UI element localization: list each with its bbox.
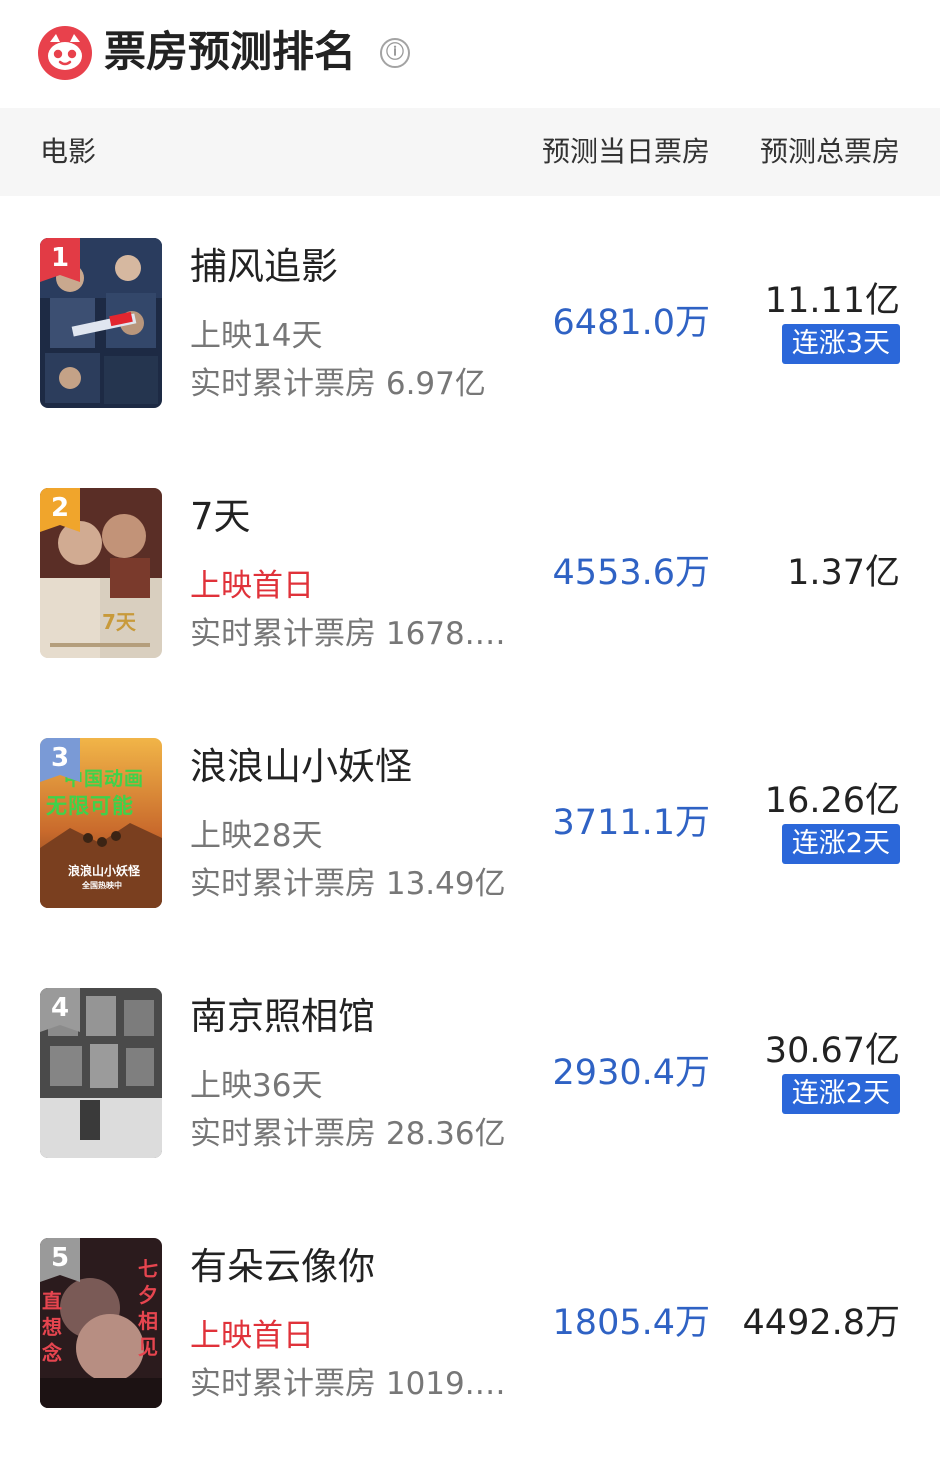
movie-row[interactable]: 4 南京照相馆 上映36天 实时累计票房 28.36亿 2930.4万 30.6… bbox=[0, 988, 940, 1238]
column-header-total-forecast[interactable]: 预测总票房 bbox=[760, 108, 900, 196]
page-title: 票房预测排名 bbox=[104, 27, 357, 76]
column-header-daily-forecast[interactable]: 预测当日票房 bbox=[542, 108, 710, 196]
poster-tagline-text: 全国热映中 bbox=[82, 881, 122, 890]
cumulative-box-office: 实时累计票房 1019.0… bbox=[190, 1366, 516, 1402]
release-status: 上映14天 bbox=[190, 318, 323, 354]
total-forecast-value: 16.26亿 bbox=[764, 781, 900, 821]
release-status: 上映首日 bbox=[190, 568, 314, 604]
movie-poster[interactable]: 4 bbox=[40, 988, 162, 1158]
poster-slogan-text: 七夕相见 bbox=[138, 1257, 158, 1359]
movie-title[interactable]: 捕风追影 bbox=[190, 242, 338, 292]
column-header-bar: 电影 预测当日票房 预测总票房 bbox=[0, 108, 940, 196]
daily-forecast-value: 1805.4万 bbox=[552, 1303, 710, 1343]
cumulative-box-office: 实时累计票房 1678.0… bbox=[190, 616, 516, 652]
total-forecast-value: 1.37亿 bbox=[787, 553, 900, 593]
total-forecast-value: 30.67亿 bbox=[764, 1031, 900, 1071]
total-forecast-value: 4492.8万 bbox=[742, 1303, 900, 1343]
rising-streak-badge: 连涨2天 bbox=[781, 1074, 900, 1114]
movie-title[interactable]: 有朵云像你 bbox=[190, 1242, 375, 1292]
daily-forecast-value: 3711.1万 bbox=[552, 803, 710, 843]
info-icon[interactable]: ⓘ bbox=[380, 38, 410, 68]
cumulative-box-office: 实时累计票房 6.97亿 bbox=[190, 366, 486, 402]
movie-title[interactable]: 浪浪山小妖怪 bbox=[190, 742, 412, 792]
movie-row[interactable]: 1 捕风追影 上映14天 实时累计票房 6.97亿 6481.0万 11.11亿… bbox=[0, 238, 940, 488]
movie-row[interactable]: 中国动画 无限可能 浪浪山小妖怪 全国热映中 3 浪浪山小妖怪 上映28天 实时… bbox=[0, 738, 940, 988]
poster-title-text: 浪浪山小妖怪 bbox=[68, 864, 141, 878]
daily-forecast-value: 4553.6万 bbox=[552, 553, 710, 593]
cumulative-box-office: 实时累计票房 13.49亿 bbox=[190, 866, 506, 902]
poster-slogan-text: 无限可能 bbox=[46, 794, 134, 818]
total-forecast-value: 11.11亿 bbox=[764, 281, 900, 321]
movie-title[interactable]: 7天 bbox=[190, 492, 251, 542]
rising-streak-badge: 连涨3天 bbox=[781, 324, 900, 364]
box-office-forecast-page: 票房预测排名 ⓘ 电影 预测当日票房 预测总票房 1 捕风追影 上映14天 实时… bbox=[0, 0, 940, 1462]
release-status: 上映28天 bbox=[190, 818, 323, 854]
poster-title-text: 7天 bbox=[102, 610, 136, 634]
rising-streak-badge: 连涨2天 bbox=[781, 824, 900, 864]
movie-row[interactable]: 7天 2 7天 上映首日 实时累计票房 1678.0… 4553.6万 1.37… bbox=[0, 488, 940, 738]
movie-poster[interactable]: 7天 2 bbox=[40, 488, 162, 658]
column-header-movie: 电影 bbox=[40, 135, 97, 168]
release-status: 上映36天 bbox=[190, 1068, 323, 1104]
daily-forecast-value: 2930.4万 bbox=[552, 1053, 710, 1093]
movie-poster[interactable]: 七夕相见 直想念 5 bbox=[40, 1238, 162, 1408]
release-status: 上映首日 bbox=[190, 1318, 314, 1354]
poster-slogan-text: 直想念 bbox=[42, 1289, 62, 1365]
movie-poster[interactable]: 1 bbox=[40, 238, 162, 408]
header: 票房预测排名 ⓘ bbox=[0, 0, 940, 108]
cumulative-box-office: 实时累计票房 28.36亿 bbox=[190, 1116, 506, 1152]
movie-poster[interactable]: 中国动画 无限可能 浪浪山小妖怪 全国热映中 3 bbox=[40, 738, 162, 908]
movie-row[interactable]: 七夕相见 直想念 5 有朵云像你 上映首日 实时累计票房 1019.0… 180… bbox=[0, 1238, 940, 1462]
maoyan-logo-icon bbox=[38, 26, 92, 80]
movie-title[interactable]: 南京照相馆 bbox=[190, 992, 375, 1042]
daily-forecast-value: 6481.0万 bbox=[552, 303, 710, 343]
